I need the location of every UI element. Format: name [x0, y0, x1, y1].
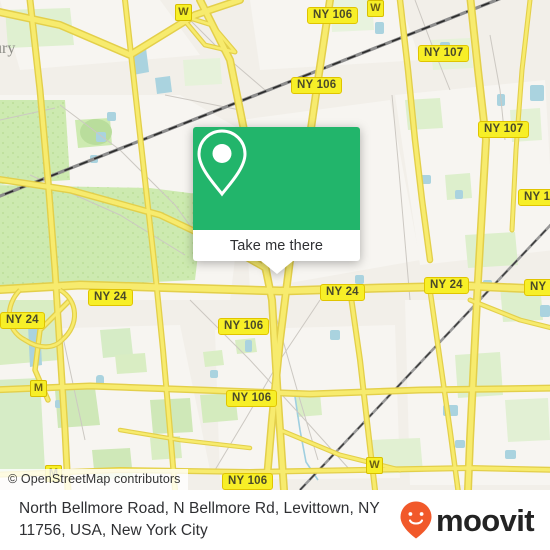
road-shield[interactable]: NY 106 — [307, 7, 359, 24]
road-shield[interactable]: NY 107 — [518, 189, 550, 206]
map-pin-icon — [197, 129, 247, 197]
callout-header — [193, 127, 360, 230]
place-label-partial: ury — [0, 40, 16, 57]
road-shield[interactable]: NY 24 — [0, 312, 45, 329]
map-screenshot: ury W NY 106 NY 107 NY 106 NY 107 NY 107 NY 24… — [0, 0, 550, 550]
map-canvas[interactable]: ury W NY 106 NY 107 NY 106 NY 107 NY 107 NY 24… — [0, 0, 550, 490]
moovit-wordmark: moovit — [435, 502, 535, 538]
road-shield[interactable]: NY 24 — [320, 284, 365, 301]
road-shield[interactable]: NY 106 — [218, 318, 270, 335]
road-shield[interactable]: NY 107 — [418, 45, 470, 62]
address-line-1: North Bellmore Road, N Bellmore Rd, Levi… — [19, 500, 380, 517]
road-shield[interactable]: NY 24 — [88, 289, 133, 306]
location-callout-card[interactable]: Take me there — [193, 127, 360, 274]
callout-pointer-tail — [260, 261, 293, 274]
road-shield[interactable]: NY 106 — [222, 473, 274, 490]
moovit-logo[interactable]: moovit — [399, 500, 535, 540]
road-shield[interactable]: NY 106 — [226, 390, 278, 407]
road-shield[interactable]: NY 2 — [524, 279, 550, 296]
map-poi-marker-m[interactable]: M — [30, 380, 47, 397]
address-text: North Bellmore Road, N Bellmore Rd, Levi… — [19, 498, 399, 542]
road-shield[interactable]: NY 107 — [478, 121, 530, 138]
map-poi-marker-w[interactable]: W — [367, 0, 384, 17]
take-me-there-label: Take me there — [229, 237, 324, 254]
moovit-pin-icon — [400, 501, 432, 539]
map-poi-marker-w[interactable]: W — [366, 457, 383, 474]
map-poi-marker-w[interactable]: W — [175, 4, 192, 21]
callout-footer[interactable]: Take me there — [193, 230, 360, 261]
osm-attribution[interactable]: © OpenStreetMap contributors — [0, 469, 188, 490]
address-line-2: 11756, USA, New York City — [19, 522, 208, 539]
road-shield[interactable]: NY 24 — [424, 277, 469, 294]
road-shield[interactable]: NY 106 — [291, 77, 343, 94]
footer-bar: North Bellmore Road, N Bellmore Rd, Levi… — [0, 490, 550, 550]
